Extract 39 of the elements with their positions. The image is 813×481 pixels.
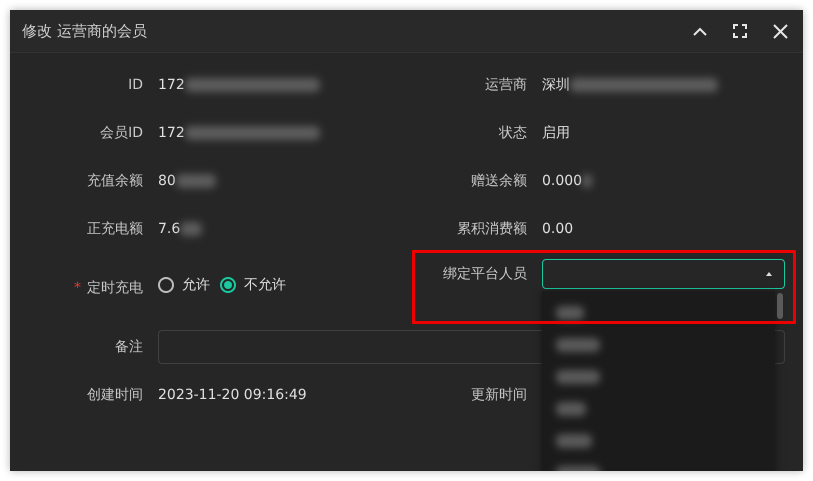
field-label: ID [128, 77, 143, 93]
scrollbar-thumb[interactable] [777, 293, 783, 319]
radio-circle[interactable] [220, 277, 236, 293]
dialog-title: 修改 运营商的会员 [22, 22, 148, 40]
blurred-text [556, 338, 600, 352]
caret-icon [766, 272, 772, 276]
field-value: 深圳 [542, 76, 570, 94]
field-label: 累积消费额 [457, 220, 527, 238]
field-label: 创建时间 [87, 386, 143, 404]
blurred-text [556, 306, 584, 320]
field-value: 172 [158, 125, 185, 141]
field-value: 0.000 [542, 173, 582, 189]
radio-option[interactable]: 允许 [158, 276, 210, 294]
radio-circle[interactable] [158, 277, 174, 293]
field-label: 运营商 [485, 76, 527, 94]
field-label: 充值余额 [87, 172, 143, 190]
close-icon [772, 24, 788, 38]
blurred-text [556, 402, 586, 416]
field-label: 备注 [115, 338, 143, 356]
field-label: 会员ID [100, 124, 143, 142]
blurred-text [556, 434, 592, 448]
field-label: 定时充电 [87, 280, 143, 296]
field-label: 状态 [499, 124, 527, 142]
field-label: 绑定平台人员 [443, 265, 527, 283]
radio-option[interactable]: 不允许 [220, 276, 286, 294]
required-mark: * [74, 280, 81, 296]
fullscreen-icon [733, 24, 747, 38]
field-value: 0.00 [542, 221, 574, 237]
field-value: 7.6 [158, 221, 180, 237]
blurred-text [556, 370, 600, 384]
field-value: 80 [158, 173, 176, 189]
field-label: 更新时间 [471, 386, 527, 404]
field-label: 赠送余额 [471, 172, 527, 190]
select-field[interactable] [542, 259, 785, 289]
field-value: 启用 [542, 124, 570, 142]
chevron-up-icon [693, 26, 707, 36]
field-label: 正充电额 [87, 220, 143, 238]
field-value: 2023-11-20 09:16:49 [158, 387, 307, 403]
field-value: 172 [158, 77, 185, 93]
